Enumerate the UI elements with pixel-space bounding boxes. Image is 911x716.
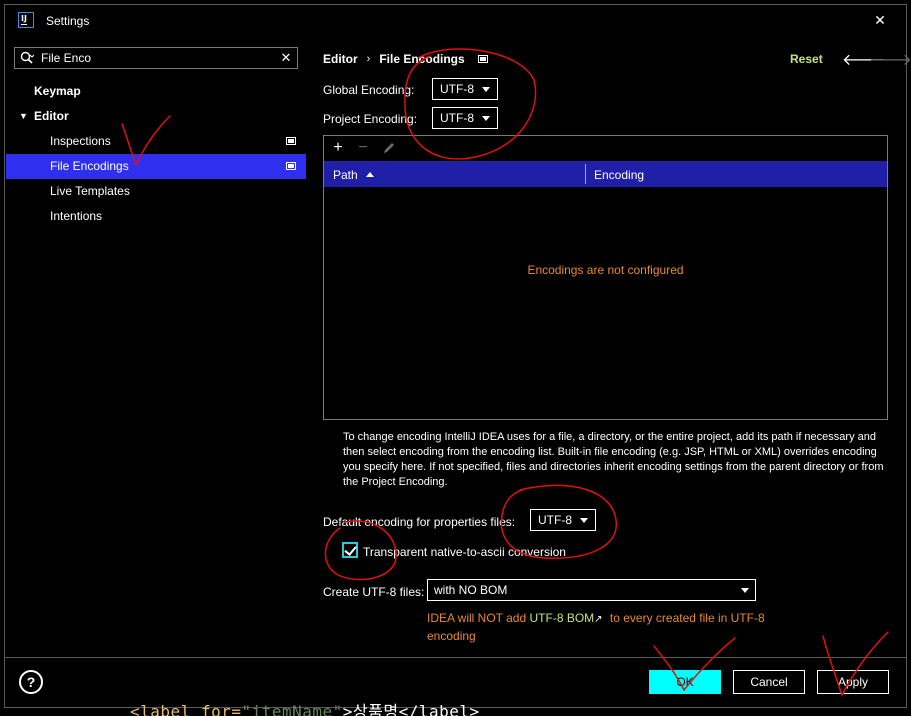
ok-button[interactable]: OK xyxy=(649,670,721,694)
chevron-down-icon xyxy=(482,87,490,92)
forward-arrow-icon[interactable]: 🡒 xyxy=(869,49,911,70)
sort-ascending-icon xyxy=(366,172,374,177)
chevron-right-icon: › xyxy=(366,53,371,65)
sidebar-item-label: Live Templates xyxy=(50,184,130,198)
sidebar-item-inspections[interactable]: Inspections xyxy=(5,129,305,154)
properties-encoding-value: UTF-8 xyxy=(538,513,572,527)
chevron-down-icon[interactable]: ▼ xyxy=(19,104,28,129)
bom-note: IDEA will NOT add UTF-8 BOM↗ to every cr… xyxy=(427,610,787,645)
window-title: Settings xyxy=(46,14,90,28)
settings-search[interactable]: ✕ xyxy=(14,47,298,69)
intellij-icon: IJ xyxy=(18,12,34,28)
sidebar-item-label: Editor xyxy=(34,109,69,123)
chevron-down-icon xyxy=(482,116,490,121)
help-description: To change encoding IntelliJ IDEA uses fo… xyxy=(343,431,884,488)
sidebar-item-label: Intentions xyxy=(50,209,103,223)
search-icon xyxy=(20,51,34,64)
table-header: Path Encoding xyxy=(324,161,887,187)
remove-icon[interactable]: − xyxy=(354,138,372,158)
chevron-down-icon xyxy=(580,518,588,523)
global-encoding-dropdown[interactable]: UTF-8 xyxy=(432,78,498,100)
title-bar: IJ Settings ✕ xyxy=(5,5,906,35)
native-to-ascii-checkbox[interactable] xyxy=(342,542,358,558)
footer-divider xyxy=(5,657,906,658)
settings-dialog: IJ Settings ✕ ✕ Keymap ▼ Editor Inspecti… xyxy=(4,4,911,708)
sidebar-item-keymap[interactable]: Keymap xyxy=(5,79,305,104)
column-header-encoding[interactable]: Encoding xyxy=(594,168,644,182)
sidebar-item-label: Keymap xyxy=(34,84,81,98)
sidebar-item-label: File Encodings xyxy=(50,159,129,173)
bom-note-prefix: IDEA will NOT add xyxy=(427,611,527,625)
close-icon[interactable]: ✕ xyxy=(872,12,888,28)
edit-icon[interactable] xyxy=(380,138,398,158)
project-scope-icon xyxy=(286,162,296,170)
bom-dropdown-value: with NO BOM xyxy=(434,583,508,597)
empty-table-message: Encodings are not configured xyxy=(527,263,684,277)
column-divider[interactable] xyxy=(585,164,586,184)
global-encoding-value: UTF-8 xyxy=(440,82,474,96)
background-code-line: <label for="itemName">상품명</label> xyxy=(130,702,480,716)
sidebar-item-file-encodings[interactable]: File Encodings xyxy=(6,154,306,179)
reset-link[interactable]: Reset xyxy=(790,52,823,66)
properties-encoding-dropdown[interactable]: UTF-8 xyxy=(530,509,596,531)
global-encoding-label: Global Encoding: xyxy=(323,83,415,97)
project-encoding-value: UTF-8 xyxy=(440,111,474,125)
breadcrumb-item: File Encodings xyxy=(379,52,465,66)
utf8-bom-link[interactable]: UTF-8 BOM xyxy=(530,611,595,625)
bom-dropdown[interactable]: with NO BOM xyxy=(427,579,756,601)
project-scope-icon xyxy=(286,137,296,145)
create-utf8-label: Create UTF-8 files: xyxy=(323,585,425,599)
clear-search-icon[interactable]: ✕ xyxy=(279,50,293,66)
column-header-path[interactable]: Path xyxy=(333,168,358,182)
sidebar-item-intentions[interactable]: Intentions xyxy=(5,204,305,229)
search-input[interactable] xyxy=(41,50,271,66)
sidebar-item-label: Inspections xyxy=(50,134,111,148)
sidebar-item-live-templates[interactable]: Live Templates xyxy=(5,179,305,204)
table-toolbar: + − xyxy=(324,136,887,160)
file-encodings-table: + − Path Encoding Encodings are not conf… xyxy=(323,135,888,420)
apply-button[interactable]: Apply xyxy=(817,670,889,694)
project-encoding-dropdown[interactable]: UTF-8 xyxy=(432,107,498,129)
breadcrumb: Editor › File Encodings xyxy=(323,52,488,66)
project-encoding-label: Project Encoding: xyxy=(323,112,418,126)
breadcrumb-item[interactable]: Editor xyxy=(323,52,358,66)
cancel-button[interactable]: Cancel xyxy=(733,670,805,694)
chevron-down-icon xyxy=(741,588,749,593)
sidebar-item-editor[interactable]: ▼ Editor xyxy=(5,104,305,129)
properties-encoding-label: Default encoding for properties files: xyxy=(323,515,516,529)
add-icon[interactable]: + xyxy=(329,138,347,158)
external-link-icon: ↗ xyxy=(594,614,603,625)
project-scope-icon xyxy=(477,55,488,63)
help-button[interactable]: ? xyxy=(19,670,43,694)
native-to-ascii-label[interactable]: Transparent native-to-ascii conversion xyxy=(363,545,566,559)
